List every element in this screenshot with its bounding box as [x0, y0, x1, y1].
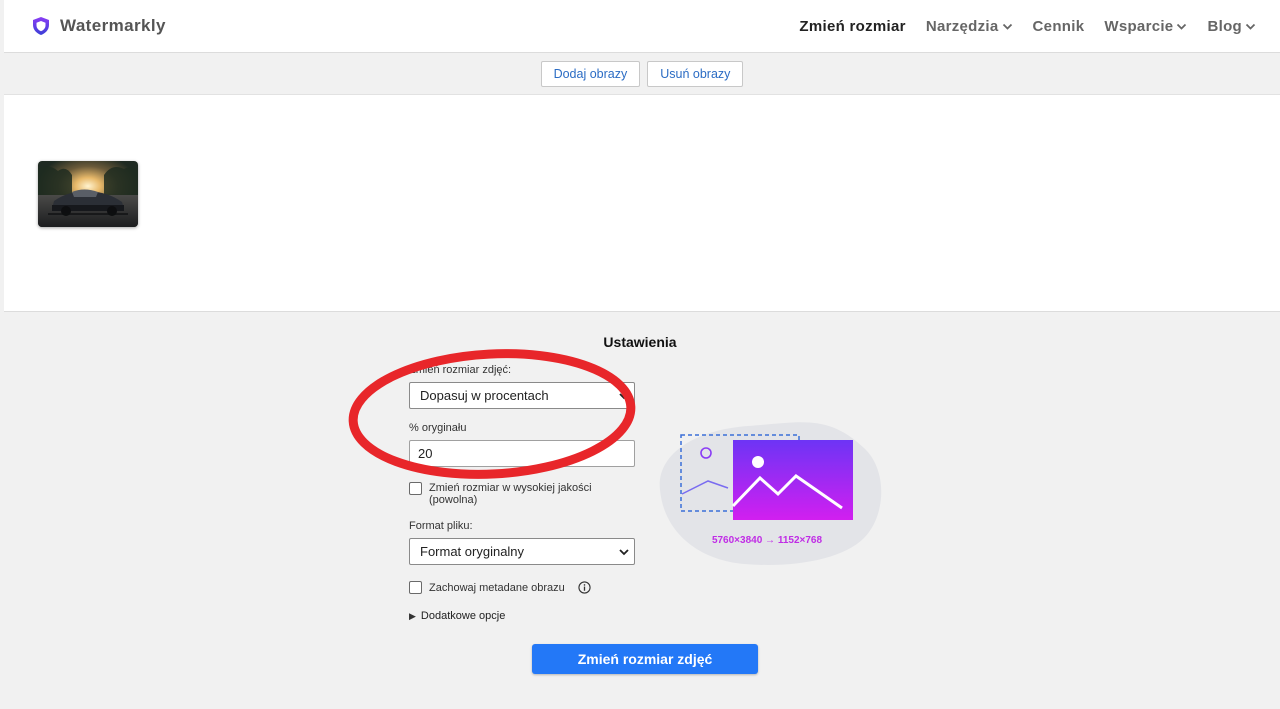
percent-label: % oryginału [409, 422, 467, 434]
top-header: Watermarkly Zmień rozmiar Narzędzia Cenn… [4, 0, 1280, 53]
dimensions-text: 5760×3840 → 1152×768 [711, 535, 823, 546]
nav-tools[interactable]: Narzędzia [926, 18, 1013, 35]
triangle-right-icon: ▶ [409, 610, 416, 621]
metadata-label: Zachowaj metadane obrazu [429, 581, 565, 594]
metadata-checkbox[interactable] [409, 581, 422, 594]
image-gallery [4, 94, 1280, 312]
high-quality-checkbox[interactable] [409, 482, 422, 495]
percent-input[interactable]: 20 [409, 440, 635, 467]
add-images-button[interactable]: Dodaj obrazy [540, 60, 641, 87]
nav-resize[interactable]: Zmień rozmiar [799, 18, 905, 35]
chevron-down-icon [1245, 23, 1256, 30]
car-photo [38, 161, 138, 227]
resize-mode-label: Zmień rozmiar zdjęć: [409, 364, 512, 376]
chevron-down-icon [619, 549, 629, 556]
main-nav: Zmień rozmiar Narzędzia Cennik Wsparcie … [799, 0, 1256, 53]
image-thumbnail[interactable] [38, 161, 138, 227]
brand-name: Watermarkly [60, 16, 166, 35]
nav-blog-label: Blog [1207, 18, 1242, 35]
remove-images-button[interactable]: Usuń obrazy [647, 60, 744, 87]
nav-support-label: Wsparcie [1104, 18, 1174, 35]
metadata-option: Zachowaj metadane obrazu [409, 581, 635, 594]
more-options-label: Dodatkowe opcje [420, 610, 506, 622]
resize-mode-select[interactable]: Dopasuj w procentach [409, 382, 635, 409]
resize-submit-button[interactable]: Zmień rozmiar zdjęć [532, 644, 758, 674]
nav-tools-label: Narzędzia [925, 18, 999, 35]
high-quality-label: Zmień rozmiar w wysokiej jakości (powoln… [429, 482, 592, 506]
file-format-label: Format pliku: [409, 520, 473, 532]
high-quality-option: Zmień rozmiar w wysokiej jakości (powoln… [409, 482, 635, 506]
brand[interactable]: Watermarkly [32, 16, 166, 36]
file-format-select[interactable]: Format oryginalny [409, 538, 635, 565]
nav-resize-label: Zmień rozmiar [799, 18, 906, 35]
resize-mode-value: Dopasuj w procentach [420, 388, 549, 403]
file-format-value: Format oryginalny [420, 544, 525, 559]
nav-support[interactable]: Wsparcie [1104, 18, 1187, 35]
info-icon[interactable] [578, 581, 591, 594]
settings-form: Zmień rozmiar zdjęć: Dopasuj w procentac… [409, 364, 635, 622]
chevron-down-icon [1002, 23, 1012, 30]
settings-title: Ustawienia [603, 334, 677, 350]
more-options-toggle[interactable]: ▶ Dodatkowe opcje [409, 610, 635, 622]
resized-sun-icon [752, 456, 764, 468]
nav-pricing[interactable]: Cennik [1033, 18, 1085, 35]
chevron-down-icon [619, 393, 629, 400]
nav-blog[interactable]: Blog [1207, 18, 1256, 35]
image-toolbar: Dodaj obrazy Usuń obrazy [4, 53, 1280, 94]
shield-logo-icon [33, 17, 49, 35]
chevron-down-icon [1177, 23, 1187, 30]
nav-pricing-label: Cennik [1032, 18, 1085, 35]
